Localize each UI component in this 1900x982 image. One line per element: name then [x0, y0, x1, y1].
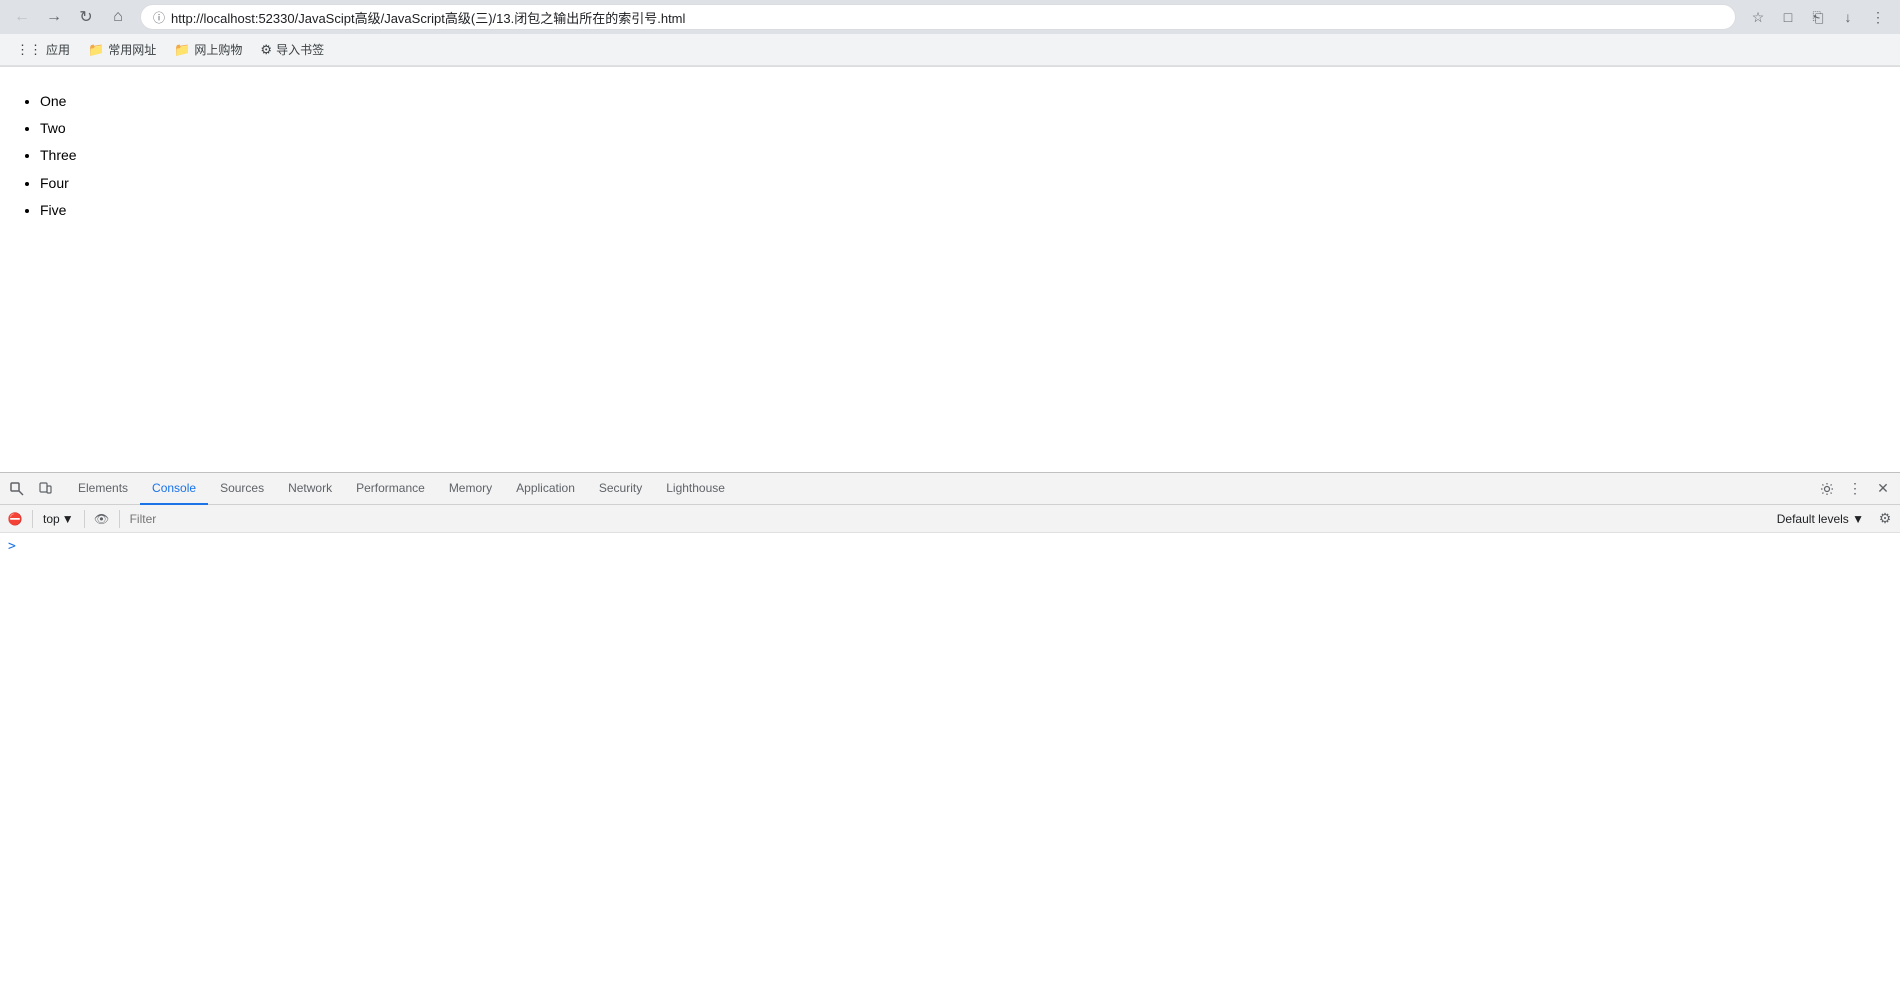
tab-network[interactable]: Network [276, 473, 344, 505]
devtools-right-icons: ⋮ ✕ [1814, 476, 1896, 502]
apps-icon: ⋮⋮ [16, 42, 42, 58]
url-text: http://localhost:52330/JavaScipt高级/JavaS… [171, 8, 1723, 27]
devtools-panel: Elements Console Sources Network Perform… [0, 472, 1900, 982]
console-context-arrow: ▼ [62, 512, 74, 526]
bookmark-common-sites-label: 常用网址 [108, 41, 156, 58]
back-button[interactable]: ← [8, 3, 36, 31]
devtools-left-icons [4, 476, 58, 502]
bookmark-import[interactable]: ⚙ 导入书签 [252, 37, 332, 62]
console-divider-2 [84, 510, 85, 528]
tab-sources[interactable]: Sources [208, 473, 276, 505]
bookmark-common-sites[interactable]: 📁 常用网址 [80, 37, 164, 62]
folder-icon-2: 📁 [174, 42, 190, 58]
tab-search-button[interactable]: □ [1774, 3, 1802, 31]
list-item: Five [40, 198, 1880, 223]
list-item: One [40, 89, 1880, 114]
tab-performance[interactable]: Performance [344, 473, 437, 505]
home-button[interactable]: ⌂ [104, 3, 132, 31]
bookmark-shopping[interactable]: 📁 网上购物 [166, 37, 250, 62]
bookmark-star-button[interactable]: ☆ [1744, 3, 1772, 31]
console-toolbar: ⛔ top ▼ 👁 Default levels ▼ ⚙ [0, 505, 1900, 533]
address-bar[interactable]: ⓘ http://localhost:52330/JavaScipt高级/Jav… [140, 4, 1736, 30]
forward-button[interactable]: → [40, 3, 68, 31]
devtools-more-button[interactable]: ⋮ [1842, 476, 1868, 502]
list-item: Four [40, 171, 1880, 196]
console-clear-button[interactable]: ⛔ [4, 508, 26, 530]
reload-button[interactable]: ↻ [72, 3, 100, 31]
console-context-label: top [43, 512, 60, 526]
console-divider-1 [32, 510, 33, 528]
folder-icon-1: 📁 [88, 42, 104, 58]
page-list: One Two Three Four Five [20, 89, 1880, 223]
console-prompt-line[interactable]: > [0, 537, 1900, 556]
default-levels-label: Default levels ▼ [1777, 512, 1864, 526]
browser-chrome: ← → ↻ ⌂ ⓘ http://localhost:52330/JavaSci… [0, 0, 1900, 67]
console-divider-3 [119, 510, 120, 528]
list-item: Three [40, 143, 1880, 168]
bookmark-apps-label: 应用 [46, 41, 70, 58]
bookmark-apps[interactable]: ⋮⋮ 应用 [8, 37, 78, 62]
title-bar-actions: ☆ □ ⎗ ↓ ⋮ [1744, 3, 1892, 31]
console-input-area[interactable] [20, 539, 30, 554]
tab-security[interactable]: Security [587, 473, 654, 505]
tab-application[interactable]: Application [504, 473, 587, 505]
tab-memory[interactable]: Memory [437, 473, 504, 505]
inspect-element-button[interactable] [4, 476, 30, 502]
page-content: One Two Three Four Five [0, 67, 1900, 427]
console-context-selector[interactable]: top ▼ [39, 510, 78, 528]
devtools-tabs: Elements Console Sources Network Perform… [66, 473, 1814, 505]
more-button[interactable]: ⋮ [1864, 3, 1892, 31]
download-button[interactable]: ↓ [1834, 3, 1862, 31]
console-filter-input[interactable] [126, 512, 1767, 526]
default-levels-button[interactable]: Default levels ▼ [1771, 510, 1870, 528]
bookmarks-bar: ⋮⋮ 应用 📁 常用网址 📁 网上购物 ⚙ 导入书签 [0, 34, 1900, 66]
tab-elements[interactable]: Elements [66, 473, 140, 505]
console-eye-button[interactable]: 👁 [91, 508, 113, 530]
title-bar: ← → ↻ ⌂ ⓘ http://localhost:52330/JavaSci… [0, 0, 1900, 34]
bookmark-import-label: 导入书签 [276, 41, 324, 58]
screenshot-button[interactable]: ⎗ [1804, 3, 1832, 31]
console-caret: > [8, 539, 16, 554]
device-toolbar-button[interactable] [32, 476, 58, 502]
list-item: Two [40, 116, 1880, 141]
devtools-toolbar: Elements Console Sources Network Perform… [0, 473, 1900, 505]
console-output: > [0, 533, 1900, 982]
devtools-close-button[interactable]: ✕ [1870, 476, 1896, 502]
info-icon: ⓘ [153, 9, 165, 26]
tab-lighthouse[interactable]: Lighthouse [654, 473, 737, 505]
bookmark-shopping-label: 网上购物 [194, 41, 242, 58]
devtools-settings-button[interactable] [1814, 476, 1840, 502]
gear-icon: ⚙ [260, 42, 272, 58]
tab-console[interactable]: Console [140, 473, 208, 505]
console-settings-button[interactable]: ⚙ [1874, 508, 1896, 530]
